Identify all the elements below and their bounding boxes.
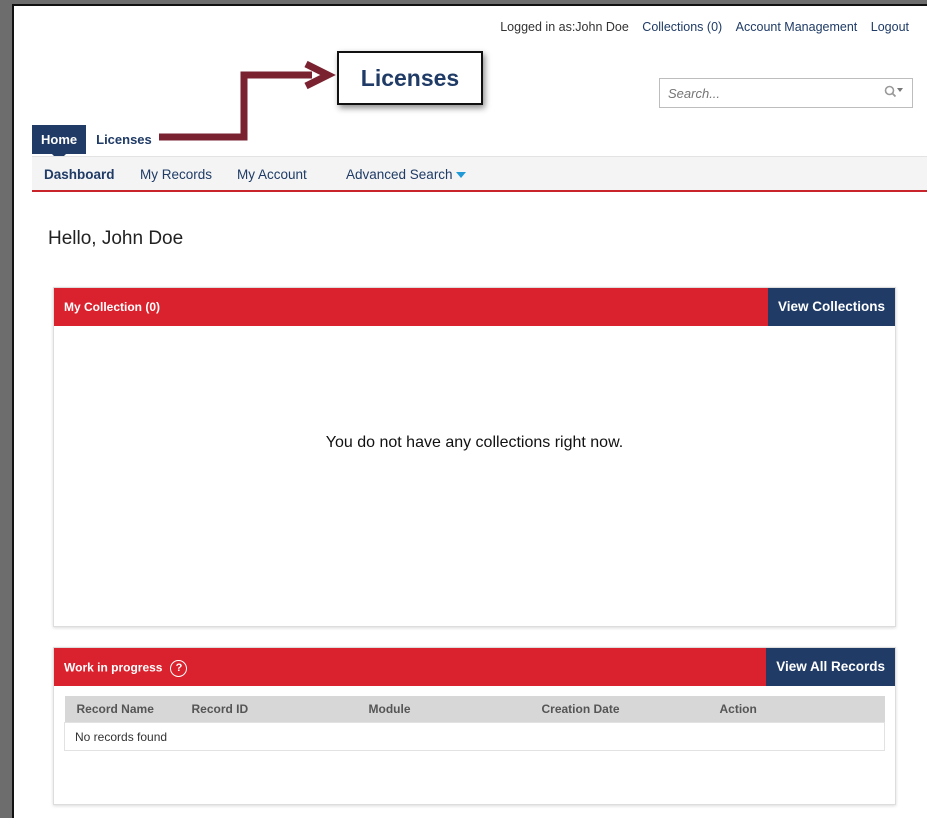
account-management-link[interactable]: Account Management [736, 20, 858, 34]
advanced-search-label: Advanced Search [346, 167, 453, 182]
collections-link[interactable]: Collections (0) [642, 20, 722, 34]
greeting: Hello, John Doe [48, 228, 184, 249]
work-panel-header: Work in progress? View All Records [54, 648, 895, 686]
collection-panel-header: My Collection (0) View Collections [54, 288, 895, 326]
table-header-row: Record Name Record ID Module Creation Da… [64, 696, 885, 723]
work-panel-title-wrap: Work in progress? [64, 660, 188, 677]
column-record-id[interactable]: Record ID [179, 696, 357, 723]
empty-collections-message: You do not have any collections right no… [325, 434, 624, 451]
table-row: No records found [64, 722, 885, 751]
logged-in-label: Logged in as:John Doe [500, 20, 629, 34]
column-action: Action [707, 696, 885, 723]
collection-panel: My Collection (0) View Collections You d… [53, 287, 896, 627]
logout-link[interactable]: Logout [871, 20, 909, 34]
view-all-records-button[interactable]: View All Records [766, 648, 895, 686]
tab-licenses[interactable]: Licenses [96, 132, 152, 147]
search-box[interactable] [659, 78, 913, 108]
column-record-name[interactable]: Record Name [64, 696, 180, 723]
column-module[interactable]: Module [356, 696, 530, 723]
work-panel-title: Work in progress [64, 660, 163, 675]
dropdown-caret-icon [455, 172, 466, 179]
work-in-progress-panel: Work in progress? View All Records Recor… [53, 647, 896, 805]
search-input[interactable] [666, 85, 870, 102]
nav-my-records[interactable]: My Records [140, 167, 212, 182]
licenses-callout: Licenses [337, 51, 483, 105]
view-collections-button[interactable]: View Collections [767, 288, 895, 326]
collection-panel-title: My Collection (0) [64, 300, 161, 314]
search-icon[interactable] [884, 85, 904, 102]
no-records-message: No records found [64, 722, 885, 751]
nav-dashboard[interactable]: Dashboard [44, 167, 115, 182]
nav-advanced-search[interactable]: Advanced Search [346, 167, 466, 182]
records-table: Record Name Record ID Module Creation Da… [64, 696, 885, 751]
module-tabs: Home Licenses [32, 124, 152, 161]
tab-home[interactable]: Home [32, 124, 87, 161]
sub-navigation: Dashboard My Records My Account Advanced… [32, 156, 927, 192]
app-window: Logged in as:John Doe Collections (0) Ac… [12, 4, 927, 818]
help-icon[interactable]: ? [170, 660, 188, 677]
column-creation-date[interactable]: Creation Date [529, 696, 708, 723]
nav-my-account[interactable]: My Account [237, 167, 307, 182]
top-links: Logged in as:John Doe Collections (0) Ac… [500, 20, 909, 34]
